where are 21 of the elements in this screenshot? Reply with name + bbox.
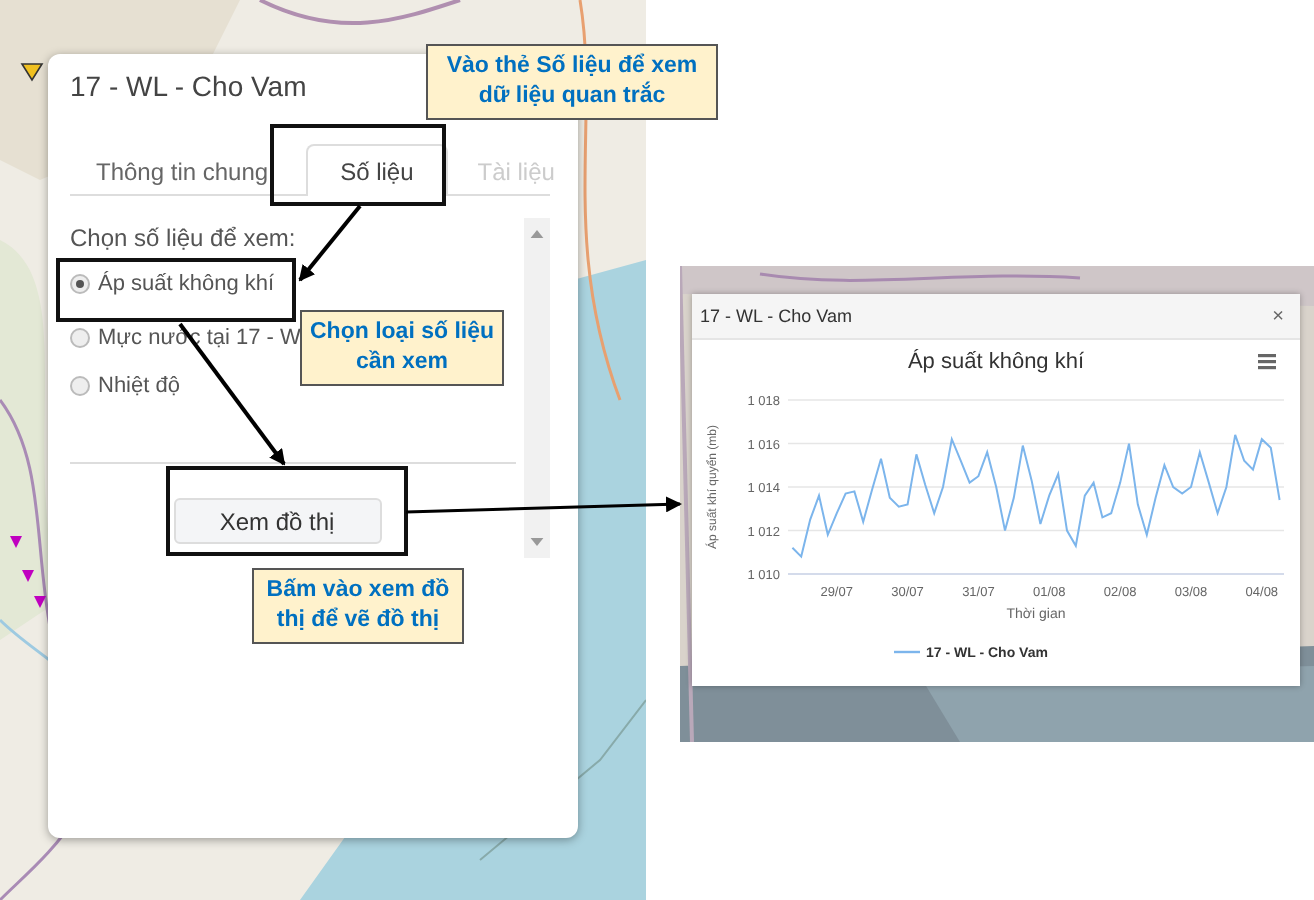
prompt-label: Chọn số liệu để xem:: [70, 224, 298, 252]
close-button[interactable]: ×: [1268, 305, 1288, 327]
option-label: Nhiệt độ: [98, 374, 180, 398]
menu-icon[interactable]: [1258, 354, 1276, 370]
option-label: Áp suất không khí: [98, 272, 275, 296]
callout-note: Bấm vào xem đồ thị để vẽ đồ thị: [252, 568, 464, 644]
window-title: 17 - WL - Cho Vam: [700, 306, 853, 326]
scrollbar[interactable]: [524, 218, 550, 558]
callout-note: Vào thẻ Số liệu để xem dữ liệu quan trắc: [426, 44, 718, 120]
view-chart-button[interactable]: Xem đồ thị: [173, 498, 381, 544]
tab[interactable]: Số liệu: [306, 144, 448, 196]
scroll-down-icon[interactable]: [530, 538, 544, 546]
radio-button[interactable]: [70, 274, 90, 294]
scroll-up-icon[interactable]: [530, 230, 544, 238]
chart-title: Áp suất không khí: [907, 350, 1085, 374]
radio-button[interactable]: [70, 328, 90, 348]
popup-title: 17 - WL - Cho Vam: [70, 70, 307, 102]
tab[interactable]: Thông tin chung: [78, 144, 287, 196]
callout-note: Chọn loại số liệu cần xem: [300, 310, 504, 386]
radio-button[interactable]: [70, 376, 90, 396]
arrow: [298, 204, 362, 282]
